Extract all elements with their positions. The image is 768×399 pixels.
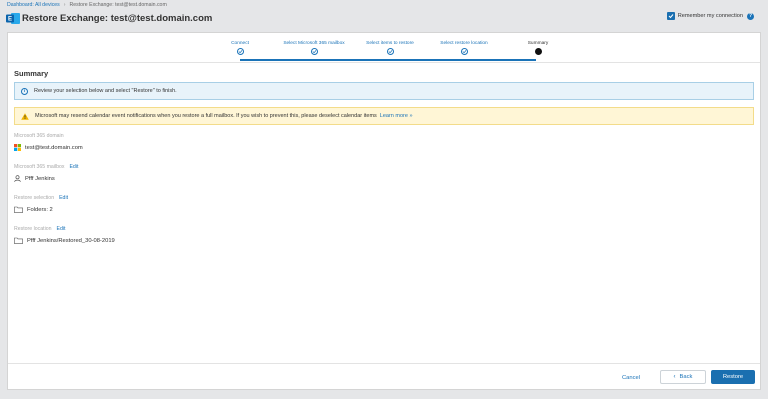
mailbox-label: Microsoft 365 mailbox [14, 164, 65, 170]
location-label: Restore location [14, 226, 52, 232]
field-value: Pfff Jenkins [14, 175, 78, 182]
breadcrumb-separator: › [63, 2, 66, 8]
edit-selection-link[interactable]: Edit [59, 195, 68, 201]
info-icon: i [21, 87, 28, 95]
folder-icon [14, 206, 23, 213]
user-icon [14, 175, 21, 182]
warning-text: Microsoft may resend calendar event noti… [35, 113, 377, 119]
location-value: Pfff Jenkins/Restored_30-08-2019 [27, 237, 115, 244]
remember-connection: Remember my connection ? [666, 12, 754, 20]
top-bar: Dashboard: All devices › Restore Exchange:… [0, 0, 768, 32]
selection-value: Folders: 2 [27, 206, 53, 213]
step-summary: Summary [493, 41, 583, 55]
info-text: Review your selection below and select "… [34, 88, 177, 94]
step-done-icon [460, 48, 468, 55]
exchange-icon: E [6, 13, 20, 24]
breadcrumb: Dashboard: All devices › Restore Exchange:… [7, 2, 167, 8]
svg-text:E: E [8, 17, 12, 23]
folder-icon [14, 237, 23, 244]
chevron-left-icon: ‹ [673, 374, 676, 380]
back-button[interactable]: ‹ Back [660, 370, 706, 384]
field-value: Pfff Jenkins/Restored_30-08-2019 [14, 237, 115, 244]
field-label: Microsoft 365 domain [14, 133, 64, 139]
restore-button[interactable]: Restore [711, 370, 755, 384]
check-icon [668, 14, 674, 19]
selection-label: Restore selection [14, 195, 55, 201]
learn-more-link[interactable]: Learn more » [380, 113, 413, 119]
step-current-icon [534, 48, 542, 55]
cancel-button[interactable]: Cancel [618, 372, 644, 384]
back-label: Back [679, 374, 693, 380]
main-card: Connect Select Microsoft 365 mailbox Sel… [7, 32, 761, 390]
edit-location-link[interactable]: Edit [57, 226, 66, 232]
field-value: Folders: 2 [14, 206, 68, 213]
breadcrumb-current: Restore Exchange: test@test.domain.com [69, 2, 167, 8]
step-done-icon [310, 48, 318, 55]
step-done-icon [236, 48, 244, 55]
info-banner: i Review your selection below and select… [14, 82, 754, 100]
field-label: Restore location Edit [14, 226, 115, 232]
step-done-icon [386, 48, 394, 55]
warning-icon [21, 112, 29, 120]
footer-divider [8, 363, 760, 364]
domain-value: test@test.domain.com [25, 144, 83, 151]
wizard-stepper: Connect Select Microsoft 365 mailbox Sel… [230, 41, 552, 63]
edit-mailbox-link[interactable]: Edit [69, 164, 78, 170]
breadcrumb-dashboard-link[interactable]: Dashboard: All devices [7, 2, 60, 8]
warning-banner: Microsoft may resend calendar event noti… [14, 107, 754, 125]
remember-checkbox[interactable] [666, 12, 675, 20]
field-mailbox: Microsoft 365 mailbox Edit Pfff Jenkins [14, 164, 78, 182]
mailbox-value: Pfff Jenkins [25, 175, 55, 182]
field-domain: Microsoft 365 domain test@test.domain.co… [14, 133, 83, 151]
header-divider [8, 62, 760, 63]
remember-label: Remember my connection [677, 13, 743, 19]
stepper-progress-line [240, 59, 536, 61]
field-label: Microsoft 365 mailbox Edit [14, 164, 78, 170]
field-restore-location: Restore location Edit Pfff Jenkins/Resto… [14, 226, 115, 244]
step-label: Summary [527, 41, 549, 46]
field-label: Restore selection Edit [14, 195, 68, 201]
summary-heading: Summary [14, 69, 49, 78]
microsoft-logo-icon [14, 144, 21, 151]
field-restore-selection: Restore selection Edit Folders: 2 [14, 195, 68, 213]
page-title: Restore Exchange: test@test.domain.com [22, 13, 213, 24]
field-value: test@test.domain.com [14, 144, 83, 151]
help-icon[interactable]: ? [747, 12, 754, 20]
